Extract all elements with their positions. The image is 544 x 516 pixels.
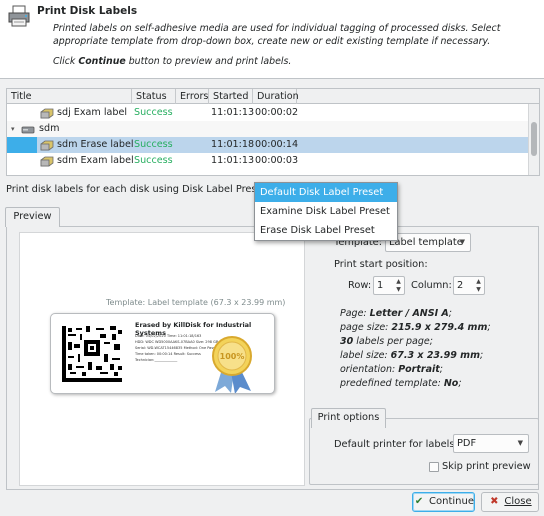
table-row-group[interactable]: ▾ sdm xyxy=(7,121,528,137)
column-header-errors[interactable]: Errors xyxy=(176,89,209,104)
label-line: Technician:_____________ xyxy=(135,358,178,362)
preset-option-examine[interactable]: Examine Disk Label Preset xyxy=(255,202,397,221)
spec-orientation: orientation: Portrait; xyxy=(340,364,443,375)
header-panel: Print Disk Labels Printed labels on self… xyxy=(0,0,544,79)
spec-page: Page: Letter / ANSI A; xyxy=(340,308,452,319)
column-header-duration[interactable]: Duration xyxy=(253,89,299,104)
scrollbar-thumb[interactable] xyxy=(531,122,537,156)
table-row[interactable]: sdm Exam label Success 11:01:13 00:00:03 xyxy=(7,153,528,169)
row-spinbox[interactable]: 1 ▲ ▼ xyxy=(373,276,405,295)
continue-button[interactable]: ✔ Continue xyxy=(412,492,475,512)
dialog-title: Print Disk Labels xyxy=(37,5,138,17)
label-line: Date: 04/02/2020 Time: 11:01:18/163 xyxy=(135,334,202,338)
printer-select[interactable]: PDF ▼ xyxy=(453,434,529,453)
table-row-selected[interactable]: sdm Erase label Success 11:01:18 00:00:1… xyxy=(7,137,528,153)
skip-preview-label[interactable]: Skip print preview xyxy=(442,461,531,472)
seal-text: 100% xyxy=(220,352,245,361)
row-status: Success xyxy=(134,107,173,118)
preset-option-erase[interactable]: Erase Disk Label Preset xyxy=(255,221,397,240)
row-duration: 00:00:14 xyxy=(255,139,299,150)
spin-down-icon[interactable]: ▼ xyxy=(474,286,483,294)
spec-predefined-template: predefined template: No; xyxy=(340,378,462,389)
selection-indicator xyxy=(7,137,37,153)
chevron-down-icon: ▼ xyxy=(517,439,523,447)
spin-up-icon[interactable]: ▲ xyxy=(394,278,403,286)
row-title: sdm Exam label xyxy=(57,155,134,166)
column-spinbox-value: 2 xyxy=(457,280,464,291)
row-started: 11:01:13 xyxy=(211,107,255,118)
column-header-status[interactable]: Status xyxy=(132,89,176,104)
spin-up-icon[interactable]: ▲ xyxy=(474,278,483,286)
row-status: Success xyxy=(134,155,173,166)
row-title: sdm xyxy=(39,123,60,134)
spin-down-icon[interactable]: ▼ xyxy=(394,286,403,294)
spec-labels-per-page: 30 labels per page; xyxy=(340,336,433,347)
row-title: sdj Exam label xyxy=(57,107,128,118)
close-icon: ✖ xyxy=(490,496,499,507)
printer-icon xyxy=(8,5,30,27)
vertical-scrollbar[interactable] xyxy=(528,104,539,175)
checkmark-icon: ✔ xyxy=(414,496,424,507)
preset-option-default[interactable]: Default Disk Label Preset xyxy=(255,183,397,202)
dialog-instruction: Click Continue button to preview and pri… xyxy=(53,56,292,67)
close-button[interactable]: ✖ Close xyxy=(481,492,539,512)
skip-preview-checkbox[interactable] xyxy=(429,462,439,472)
hard-disk-icon xyxy=(40,108,54,119)
printer-label: Default printer for labels: xyxy=(334,439,458,450)
column-label: Column: xyxy=(411,280,452,291)
row-label: Row: xyxy=(348,280,372,291)
spec-label-size: label size: 67.3 x 23.99 mm; xyxy=(340,350,484,361)
dialog-description: Printed labels on self-adhesive media ar… xyxy=(53,23,501,47)
label-preview: Erased by KillDisk for Industrial System… xyxy=(50,313,275,394)
preview-tab[interactable]: Preview xyxy=(5,207,60,227)
certified-seal-icon: 100% xyxy=(212,336,252,393)
template-select-value: Label template xyxy=(389,237,463,248)
column-header-started[interactable]: Started xyxy=(209,89,253,104)
row-started: 11:01:13 xyxy=(211,155,255,166)
print-options-tab[interactable]: Print options xyxy=(311,408,386,428)
table-row[interactable]: sdj Exam label Success 11:01:13 00:00:02 xyxy=(7,105,528,121)
row-title: sdm Erase label xyxy=(57,139,134,150)
printer-select-value: PDF xyxy=(457,438,477,449)
hard-disk-icon xyxy=(40,156,54,167)
column-spinbox[interactable]: 2 ▲ ▼ xyxy=(453,276,485,295)
jobs-table[interactable]: Title Status Errors Started Duration sdj… xyxy=(6,88,540,176)
row-status: Success xyxy=(134,139,173,150)
print-start-label: Print start position: xyxy=(334,259,428,270)
column-header-title[interactable]: Title xyxy=(7,89,132,104)
row-spinbox-value: 1 xyxy=(377,280,384,291)
label-line: Time taken: 00:00:14 Result: Success xyxy=(135,352,201,356)
collapse-arrow-icon[interactable]: ▾ xyxy=(11,121,15,137)
chevron-down-icon: ▼ xyxy=(459,238,465,246)
row-duration: 00:00:03 xyxy=(255,155,299,166)
template-caption: Template: Label template (67.3 x 23.99 m… xyxy=(106,298,286,307)
hard-disk-icon xyxy=(40,140,54,151)
row-duration: 00:00:02 xyxy=(255,107,299,118)
drive-icon xyxy=(21,126,35,134)
preset-label: Print disk labels for each disk using Di… xyxy=(6,184,270,195)
table-header: Title Status Errors Started Duration xyxy=(7,89,539,104)
data-matrix-code-icon xyxy=(62,326,122,382)
spec-page-size: page size: 215.9 x 279.4 mm; xyxy=(340,322,491,333)
row-started: 11:01:18 xyxy=(211,139,255,150)
preset-dropdown-list[interactable]: Default Disk Label Preset Examine Disk L… xyxy=(254,182,398,241)
